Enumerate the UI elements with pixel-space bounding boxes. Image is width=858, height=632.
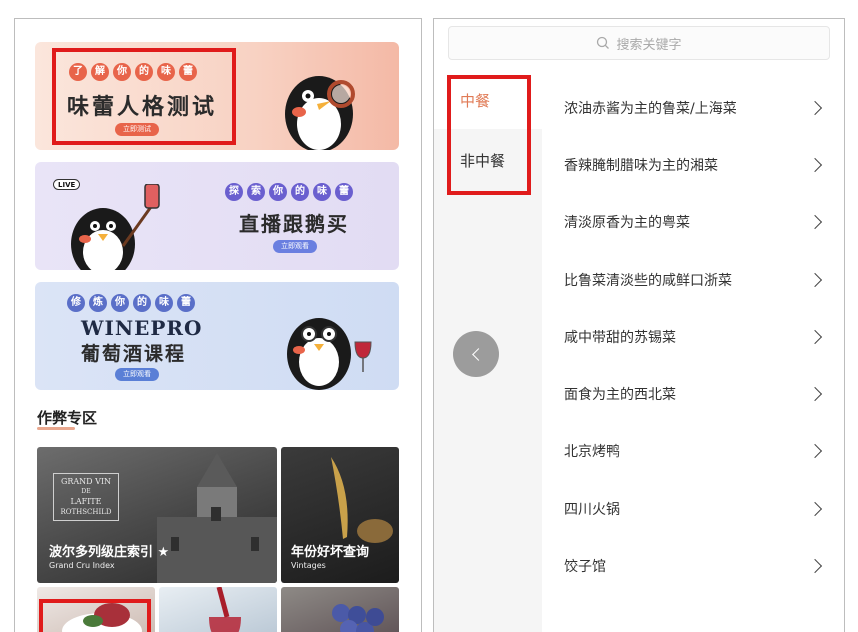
penguin-magnifier-illustration — [285, 76, 355, 150]
chevron-right-icon — [807, 100, 823, 115]
highlight-box — [39, 599, 151, 632]
circle-char: 味 — [155, 294, 173, 312]
logo-line: DE — [81, 488, 91, 495]
logo-line: LAFITE — [70, 497, 102, 506]
cuisine-list: 浓油赤酱为主的鲁菜/上海菜 香辣腌制腊味为主的湘菜 清淡原香为主的粤菜 比鲁菜清… — [542, 79, 844, 595]
chevron-right-icon — [807, 558, 823, 574]
circle-char: 你 — [269, 183, 287, 201]
list-item-label: 面食为主的西北菜 — [564, 387, 676, 404]
watch-now-button[interactable]: 立即观看 — [115, 368, 159, 381]
live-shopping-banner[interactable]: LIVE 探 索 你 的 味 蕾 直播跟鹅买 立即观看 — [35, 162, 399, 270]
banner-circle-row: 修 炼 你 的 味 蕾 — [67, 294, 195, 312]
tile-title: 年份好坏查询 — [291, 545, 370, 560]
circle-char: 探 — [225, 183, 243, 201]
logo-line: ROTHSCHILD — [60, 508, 112, 516]
list-item-label: 清淡原香为主的粤菜 — [564, 215, 690, 232]
list-item[interactable]: 北京烤鸭 — [542, 423, 844, 480]
left-phone-screen: 了 解 你 的 味 蕾 味蕾人格测试 立即测试 LIVE 探 索 你 的 味 蕾… — [14, 18, 422, 632]
circle-char: 的 — [291, 183, 309, 201]
chevron-right-icon — [807, 387, 823, 402]
list-item-label: 饺子馆 — [564, 559, 606, 576]
section-underline — [37, 427, 75, 430]
tile-title: 波尔多列级庄索引 ★ — [49, 545, 170, 560]
circle-char: 蕾 — [177, 294, 195, 312]
penguin-selfie-illustration — [71, 184, 160, 270]
list-item[interactable]: 比鲁菜清淡些的咸鲜口浙菜 — [542, 251, 844, 308]
grapes-illustration — [332, 604, 384, 632]
banner-title: 直播跟鹅买 — [239, 212, 349, 236]
winepro-course-banner[interactable]: 修 炼 你 的 味 蕾 WINEPRO 葡萄酒课程 立即观看 — [35, 282, 399, 390]
chevron-right-icon — [807, 501, 823, 516]
list-item[interactable]: 浓油赤酱为主的鲁菜/上海菜 — [542, 79, 844, 136]
circle-char: 炼 — [89, 294, 107, 312]
circle-char: 味 — [313, 183, 331, 201]
circle-char: 的 — [133, 294, 151, 312]
lafite-logo: GRAND VIN DE LAFITE ROTHSCHILD — [53, 473, 119, 521]
list-item-label: 比鲁菜清淡些的咸鲜口浙菜 — [564, 272, 732, 289]
watch-now-button[interactable]: 立即观看 — [273, 240, 317, 253]
right-phone-screen: 搜索关键字 中餐 非中餐 浓油赤酱为主的鲁菜/上海菜 香辣腌制腊味为主的湘菜 清… — [433, 18, 845, 632]
list-item-label: 四川火锅 — [564, 501, 620, 518]
banner-title-en: WINEPRO — [81, 316, 203, 340]
back-button[interactable] — [453, 331, 499, 377]
search-placeholder: 搜索关键字 — [616, 37, 682, 53]
penguin-wine-illustration — [287, 318, 372, 390]
list-item-label: 香辣腌制腊味为主的湘菜 — [564, 157, 718, 174]
wine-pour-tile[interactable] — [159, 587, 277, 632]
list-item[interactable]: 香辣腌制腊味为主的湘菜 — [542, 136, 844, 193]
vintages-tile[interactable]: 年份好坏查询 Vintages — [281, 447, 399, 583]
wine-glass-illustration — [209, 587, 241, 632]
circle-char: 蕾 — [335, 183, 353, 201]
section-title: 作弊专区 — [37, 409, 98, 427]
circle-char: 修 — [67, 294, 85, 312]
banner-title: 葡萄酒课程 — [81, 343, 187, 365]
chevron-right-icon — [807, 272, 823, 287]
list-item-label: 浓油赤酱为主的鲁菜/上海菜 — [564, 100, 737, 117]
highlight-box — [52, 48, 236, 145]
list-item-label: 北京烤鸭 — [564, 444, 620, 461]
list-item[interactable]: 清淡原香为主的粤菜 — [542, 194, 844, 251]
list-item-label: 咸中带甜的苏锡菜 — [564, 329, 676, 346]
list-item[interactable]: 四川火锅 — [542, 480, 844, 537]
list-item[interactable]: 咸中带甜的苏锡菜 — [542, 308, 844, 365]
grand-cru-index-tile[interactable]: GRAND VIN DE LAFITE ROTHSCHILD 波尔多列级庄索引 … — [37, 447, 277, 583]
chevron-right-icon — [807, 215, 823, 230]
chevron-right-icon — [807, 444, 823, 459]
chateau-illustration — [157, 453, 277, 583]
chevron-right-icon — [807, 329, 823, 344]
tile-subtitle: Vintages — [291, 561, 326, 570]
tile-subtitle: Grand Cru Index — [49, 561, 115, 570]
logo-line: GRAND VIN — [60, 477, 112, 486]
highlight-box — [447, 75, 531, 195]
list-item[interactable]: 面食为主的西北菜 — [542, 365, 844, 422]
chevron-left-icon — [471, 347, 485, 361]
circle-char: 你 — [111, 294, 129, 312]
banner-circle-row: 探 索 你 的 味 蕾 — [225, 183, 353, 201]
grapes-tile[interactable] — [281, 587, 399, 632]
search-icon — [597, 36, 610, 49]
list-item[interactable]: 饺子馆 — [542, 537, 844, 594]
chevron-right-icon — [807, 157, 823, 173]
circle-char: 索 — [247, 183, 265, 201]
search-bar[interactable]: 搜索关键字 — [448, 26, 830, 60]
